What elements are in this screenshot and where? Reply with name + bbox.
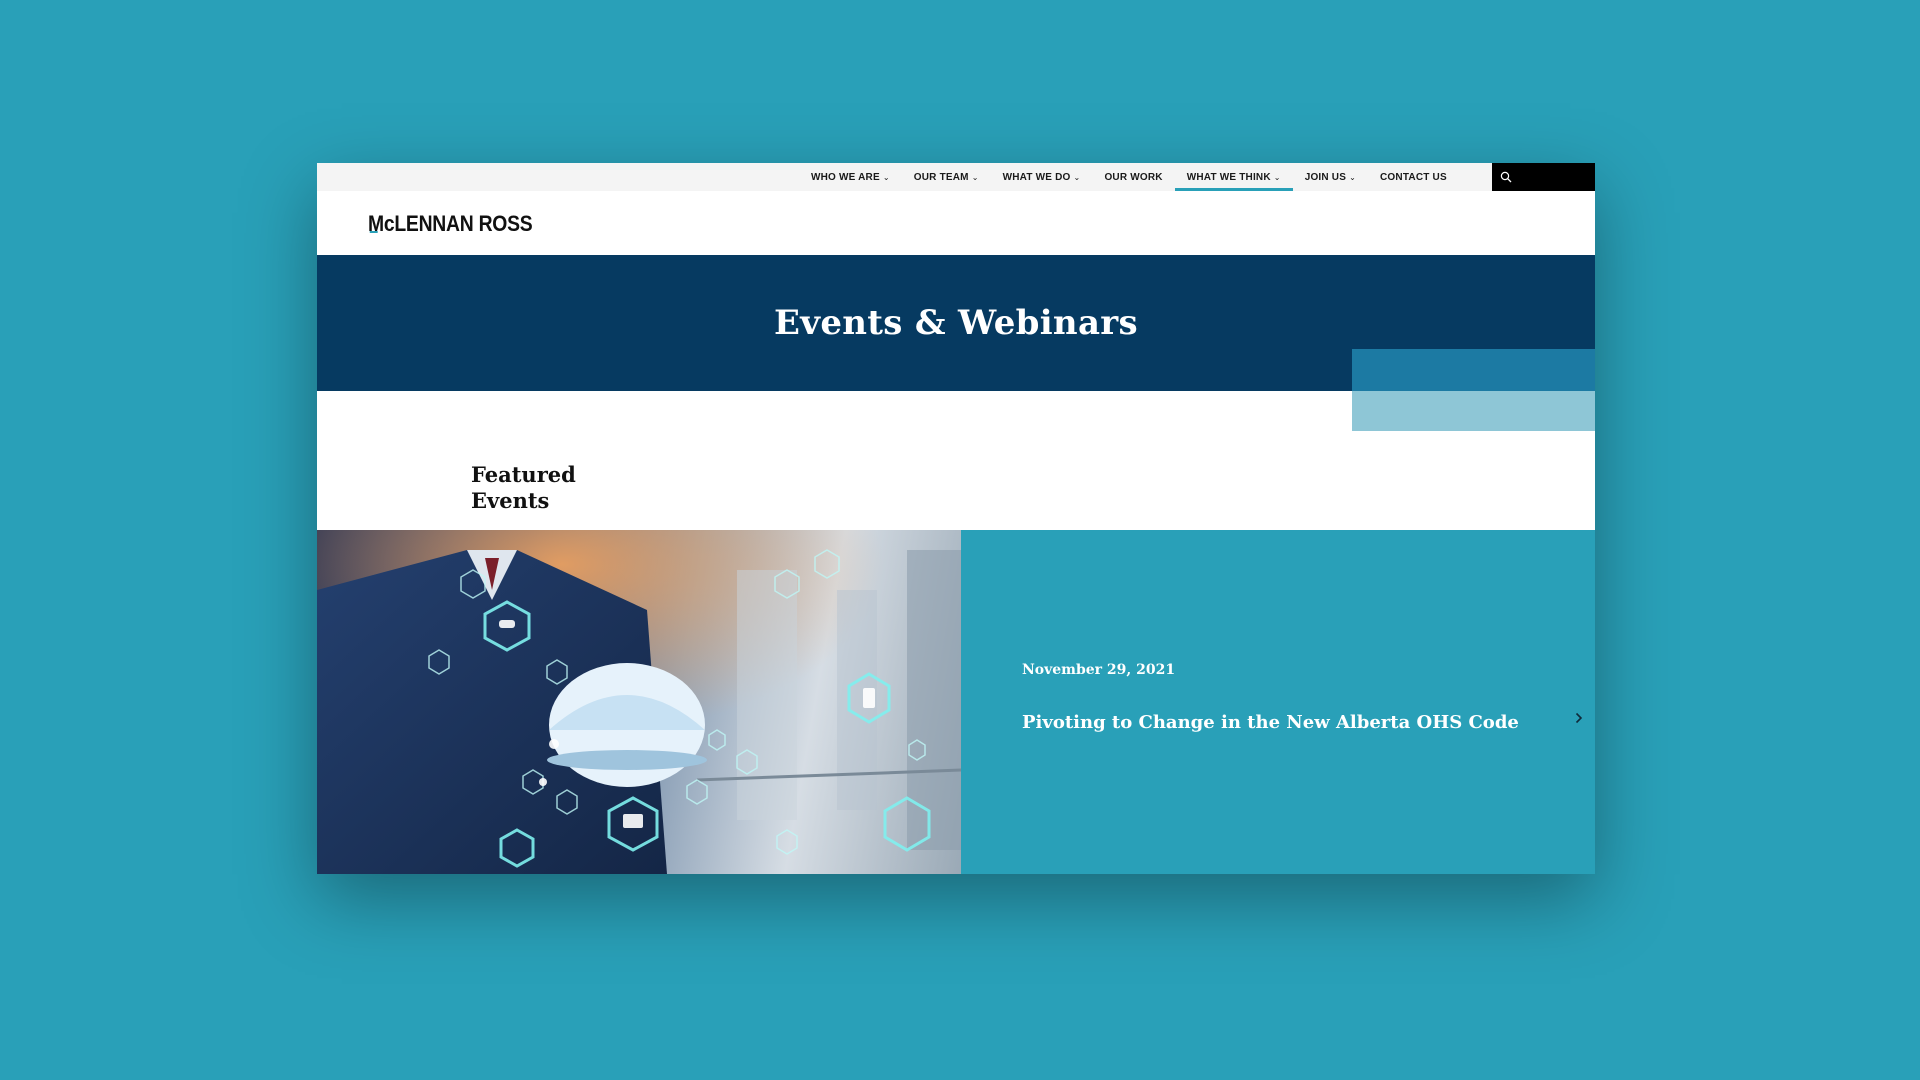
top-navigation-bar: WHO WE ARE ⌄ OUR TEAM ⌄ WHAT WE DO ⌄ OUR…	[317, 163, 1595, 191]
chevron-down-icon: ⌄	[1349, 172, 1357, 182]
decorative-block-light	[1352, 391, 1595, 431]
browser-window: WHO WE ARE ⌄ OUR TEAM ⌄ WHAT WE DO ⌄ OUR…	[317, 163, 1595, 874]
nav-item-label: OUR WORK	[1104, 171, 1163, 183]
nav-item-our-work[interactable]: OUR WORK	[1092, 163, 1174, 191]
logo-rest: LENNAN ROSS	[394, 211, 533, 236]
nav-item-what-we-think[interactable]: WHAT WE THINK ⌄	[1174, 163, 1293, 191]
nav-item-contact-us[interactable]: CONTACT US	[1368, 163, 1459, 191]
nav-item-join-us[interactable]: JOIN US ⌄	[1293, 163, 1368, 191]
decorative-block-dark	[1352, 349, 1595, 391]
chevron-down-icon: ⌄	[1073, 172, 1081, 182]
featured-events-heading: Featured Events	[471, 462, 576, 513]
event-title-link[interactable]: Pivoting to Change in the New Alberta OH…	[1022, 712, 1522, 733]
chevron-right-icon	[1575, 712, 1583, 724]
worker-with-hard-hat-illustration	[317, 530, 961, 874]
chevron-down-icon: ⌄	[1273, 172, 1281, 182]
main-nav: WHO WE ARE ⌄ OUR TEAM ⌄ WHAT WE DO ⌄ OUR…	[799, 163, 1459, 191]
nav-item-label: CONTACT US	[1380, 171, 1447, 183]
nav-item-who-we-are[interactable]: WHO WE ARE ⌄	[799, 163, 902, 191]
nav-item-label: OUR TEAM	[913, 171, 969, 183]
featured-event-image[interactable]	[317, 530, 961, 874]
featured-event-card: November 29, 2021 Pivoting to Change in …	[961, 530, 1595, 874]
search-icon	[1500, 171, 1512, 183]
nav-item-what-we-do[interactable]: WHAT WE DO ⌄	[991, 163, 1093, 191]
carousel-next-button[interactable]	[1569, 708, 1589, 728]
site-logo[interactable]: McLENNAN ROSS	[368, 211, 533, 237]
logo-prefix: Mc	[368, 211, 395, 236]
search-button[interactable]	[1492, 163, 1595, 191]
nav-item-label: WHAT WE THINK	[1186, 171, 1271, 183]
event-date: November 29, 2021	[1022, 662, 1176, 678]
nav-item-label: WHO WE ARE	[811, 171, 880, 183]
page-title: Events & Webinars	[774, 303, 1138, 343]
nav-item-label: WHAT WE DO	[1002, 171, 1071, 183]
nav-item-label: JOIN US	[1304, 171, 1347, 183]
chevron-down-icon: ⌄	[971, 172, 979, 182]
nav-item-our-team[interactable]: OUR TEAM ⌄	[902, 163, 991, 191]
site-header: McLENNAN ROSS	[317, 191, 1595, 255]
chevron-down-icon: ⌄	[882, 172, 890, 182]
